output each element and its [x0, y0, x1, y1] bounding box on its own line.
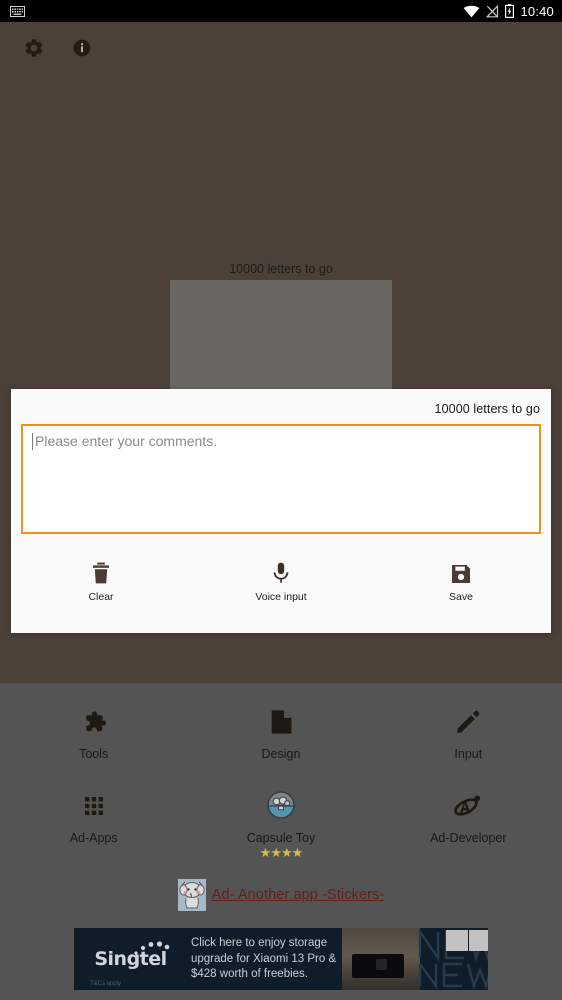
- banner-ad-logo: Singtel T&Cs apply: [74, 928, 187, 990]
- sticker-elephant-icon: [177, 879, 206, 911]
- menu-row-2: Ad-Apps Capsule Toy ★★★★ Ad-Developer: [0, 761, 562, 859]
- comment-input[interactable]: Please enter your comments.: [21, 424, 541, 534]
- apps-grid-icon: [82, 789, 106, 823]
- menu-item-capsule-toy[interactable]: Capsule Toy ★★★★: [187, 761, 374, 859]
- voice-input-button[interactable]: Voice input: [191, 549, 371, 615]
- status-bar: 10:40: [0, 0, 562, 22]
- menu-item-label: Ad-Apps: [69, 831, 118, 845]
- banner-ad-square-right: [469, 930, 488, 951]
- document-page-icon: [268, 705, 294, 739]
- battery-charging-icon: [505, 4, 515, 18]
- atom-orbit-icon: [453, 789, 483, 823]
- floppy-disk-icon: [451, 562, 471, 584]
- keyboard-icon: [10, 5, 25, 17]
- action-label: Clear: [88, 590, 114, 603]
- menu-row-1: Tools Design Input: [0, 683, 562, 761]
- banner-ad-phone-camera: [376, 959, 387, 970]
- save-button[interactable]: Save: [371, 549, 551, 615]
- status-bar-clock: 10:40: [520, 3, 554, 19]
- app-root: 10:40 10000 letters to go Tools Design I…: [0, 0, 562, 1000]
- gear-icon: [23, 37, 45, 59]
- rating-stars: ★★★★: [259, 845, 304, 860]
- banner-ad-copy-line: upgrade for Xiaomi 13 Pro &: [191, 952, 337, 965]
- banner-ad[interactable]: Singtel T&Cs apply Click here to enjoy s…: [74, 928, 488, 990]
- signal-no-service-icon: [486, 4, 499, 18]
- dialog-action-bar: Clear Voice input Save: [11, 549, 551, 615]
- settings-button[interactable]: [20, 34, 48, 62]
- capsule-machine-icon: [264, 789, 298, 823]
- banner-ad-copy: Click here to enjoy storage upgrade for …: [187, 928, 342, 990]
- sticker-ad-link-text[interactable]: Ad- Another app -Stickers-: [212, 887, 385, 903]
- banner-ad-square-left: [446, 930, 468, 951]
- menu-item-input[interactable]: Input: [375, 683, 562, 761]
- status-bar-left: [10, 5, 25, 17]
- sticker-ad-link-row[interactable]: Ad- Another app -Stickers-: [0, 879, 562, 911]
- info-icon: [72, 38, 92, 58]
- menu-item-tools[interactable]: Tools: [0, 683, 187, 761]
- menu-item-label: Input: [454, 747, 483, 761]
- banner-ad-artwork: [342, 928, 488, 990]
- clear-button[interactable]: Clear: [11, 549, 191, 615]
- action-label: Save: [449, 590, 473, 603]
- pencil-icon: [454, 705, 482, 739]
- puzzle-piece-icon: [80, 705, 108, 739]
- menu-item-label: Design: [261, 747, 301, 761]
- comment-dialog: 10000 letters to go Please enter your co…: [11, 389, 551, 633]
- menu-grid: Tools Design Input Ad-Apps Capsule Toy ★…: [0, 683, 562, 990]
- bottom-menu-panel: Tools Design Input Ad-Apps Capsule Toy ★…: [0, 683, 562, 1000]
- app-toolbar: [0, 22, 562, 74]
- menu-item-label: Ad-Developer: [430, 831, 507, 845]
- menu-item-ad-apps[interactable]: Ad-Apps: [0, 761, 187, 859]
- dialog-letters-counter: 10000 letters to go: [434, 402, 540, 416]
- text-caret: [32, 433, 33, 450]
- banner-ad-copy-line: Click here to enjoy storage: [191, 937, 328, 950]
- menu-item-design[interactable]: Design: [187, 683, 374, 761]
- info-button[interactable]: [68, 34, 96, 62]
- wifi-icon: [463, 5, 480, 18]
- menu-item-label: Tools: [79, 747, 109, 761]
- comment-input-placeholder: Please enter your comments.: [35, 433, 218, 449]
- action-label: Voice input: [255, 590, 307, 603]
- banner-ad-copy-line: $428 worth of freebies.: [191, 968, 308, 981]
- banner-ad-fine-print: T&Cs apply: [90, 981, 122, 987]
- trash-icon: [91, 562, 111, 584]
- status-bar-right: 10:40: [463, 4, 554, 19]
- menu-item-label: Capsule Toy: [246, 831, 316, 845]
- banner-ad-dots-icon: [132, 940, 172, 961]
- microphone-icon: [272, 562, 290, 584]
- canvas-letters-counter: 10000 letters to go: [229, 262, 333, 276]
- menu-item-ad-developer[interactable]: Ad-Developer: [375, 761, 562, 859]
